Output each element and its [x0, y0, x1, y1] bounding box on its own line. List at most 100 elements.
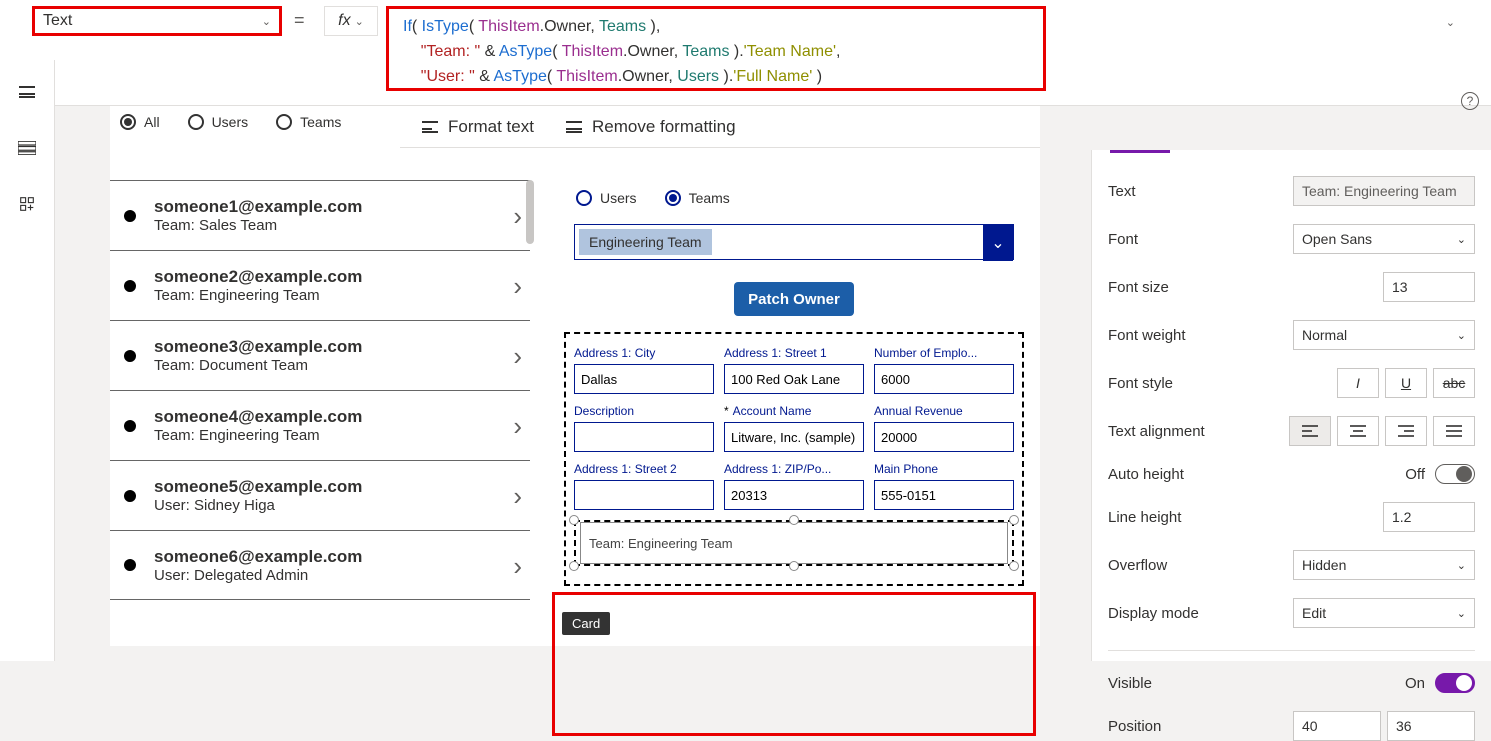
align-center[interactable] [1337, 416, 1379, 446]
owner-radio-users[interactable]: Users [576, 190, 637, 206]
prop-overflow-select[interactable]: Hidden⌄ [1293, 550, 1475, 580]
resize-handle[interactable] [789, 515, 799, 525]
font-style-strike[interactable]: abc [1433, 368, 1475, 398]
prop-font-style: Font style I U abc [1108, 368, 1475, 398]
tree-view-icon[interactable] [14, 138, 40, 158]
form-card[interactable]: Description [574, 404, 714, 452]
prop-font-select[interactable]: Open Sans⌄ [1293, 224, 1475, 254]
list-item[interactable]: someone5@example.comUser: Sidney Higa› [110, 460, 530, 530]
align-justify[interactable] [1433, 416, 1475, 446]
resize-handle[interactable] [1009, 515, 1019, 525]
align-right[interactable] [1385, 416, 1427, 446]
field-input[interactable] [874, 364, 1014, 394]
form-card[interactable]: Address 1: Street 2 [574, 462, 714, 510]
filter-all[interactable]: All [120, 114, 160, 130]
list-item[interactable]: someone2@example.comTeam: Engineering Te… [110, 250, 530, 320]
form-card[interactable]: Number of Emplo... [874, 346, 1014, 394]
formula-expand-icon[interactable]: ⌄ [1446, 16, 1455, 29]
font-style-underline[interactable]: U [1385, 368, 1427, 398]
visible-toggle[interactable] [1435, 673, 1475, 693]
list-item[interactable]: someone1@example.comTeam: Sales Team› [110, 180, 530, 250]
tab-indicator [1110, 150, 1170, 153]
form-card[interactable]: Address 1: City [574, 346, 714, 394]
list-item-subtitle: Team: Engineering Team [154, 287, 362, 304]
components-icon[interactable] [14, 194, 40, 214]
list-item-title: someone4@example.com [154, 407, 362, 427]
filter-users[interactable]: Users [188, 114, 249, 130]
resize-handle[interactable] [569, 515, 579, 525]
field-input[interactable] [574, 364, 714, 394]
combobox-value: Engineering Team [579, 229, 712, 255]
field-input[interactable] [874, 480, 1014, 510]
prop-position-x[interactable]: 40 [1293, 711, 1381, 741]
chevron-right-icon: › [513, 481, 522, 512]
filter-teams[interactable]: Teams [276, 114, 341, 130]
auto-height-toggle[interactable] [1435, 464, 1475, 484]
font-style-italic[interactable]: I [1337, 368, 1379, 398]
owner-type-radios: Users Teams [576, 190, 1024, 206]
formula-editor[interactable]: If( IsType( ThisItem.Owner, Teams ), "Te… [386, 6, 1046, 91]
resize-handle[interactable] [569, 561, 579, 571]
form-card[interactable]: Address 1: Street 1 [724, 346, 864, 394]
field-input[interactable] [724, 422, 864, 452]
prop-display-mode: Display mode Edit⌄ [1108, 598, 1475, 628]
prop-text-value[interactable]: Team: Engineering Team [1293, 176, 1475, 206]
prop-line-height-input[interactable]: 1.2 [1383, 502, 1475, 532]
owner-radio-teams[interactable]: Teams [665, 190, 730, 206]
field-label: Description [574, 404, 714, 418]
field-label: Main Phone [874, 462, 1014, 476]
prop-display-mode-select[interactable]: Edit⌄ [1293, 598, 1475, 628]
prop-text: Text Team: Engineering Team [1108, 176, 1475, 206]
form-card[interactable]: Annual Revenue [874, 404, 1014, 452]
resize-handle[interactable] [1009, 561, 1019, 571]
chevron-right-icon: › [513, 551, 522, 582]
chevron-down-icon: ⌄ [1457, 233, 1466, 246]
edit-form: Card Address 1: CityAddress 1: Street 1N… [564, 332, 1024, 586]
help-icon[interactable]: ? [1461, 92, 1479, 110]
hamburger-icon[interactable] [14, 82, 40, 102]
selected-card-text: Team: Engineering Team [580, 522, 1008, 564]
patch-owner-button[interactable]: Patch Owner [734, 282, 854, 316]
bullet-icon [124, 559, 136, 571]
remove-formatting-button[interactable]: Remove formatting [566, 117, 736, 137]
gallery-list[interactable]: someone1@example.comTeam: Sales Team›som… [110, 180, 530, 600]
format-text-button[interactable]: Format text [422, 117, 534, 137]
list-item[interactable]: someone3@example.comTeam: Document Team› [110, 320, 530, 390]
prop-font-weight: Font weight Normal⌄ [1108, 320, 1475, 350]
left-nav [0, 60, 55, 661]
team-combobox[interactable]: Engineering Team ⌄ [574, 224, 1014, 260]
gallery-scrollbar[interactable] [526, 180, 534, 244]
form-card[interactable]: Main Phone [874, 462, 1014, 510]
divider [1108, 650, 1475, 651]
field-input[interactable] [574, 480, 714, 510]
align-left[interactable] [1289, 416, 1331, 446]
prop-position: Position 40 36 [1108, 711, 1475, 741]
field-input[interactable] [724, 364, 864, 394]
resize-handle[interactable] [789, 561, 799, 571]
prop-font-weight-select[interactable]: Normal⌄ [1293, 320, 1475, 350]
bullet-icon [124, 420, 136, 432]
form-card[interactable]: *Account Name [724, 404, 864, 452]
prop-font: Font Open Sans⌄ [1108, 224, 1475, 254]
prop-position-y[interactable]: 36 [1387, 711, 1475, 741]
field-label: Address 1: City [574, 346, 714, 360]
field-label: *Account Name [724, 404, 864, 418]
list-item[interactable]: someone6@example.comUser: Delegated Admi… [110, 530, 530, 600]
equals-label: = [294, 10, 305, 31]
selected-card[interactable]: Team: Engineering Team [574, 520, 1014, 566]
field-input[interactable] [574, 422, 714, 452]
properties-panel: Text Team: Engineering Team Font Open Sa… [1091, 150, 1491, 661]
fx-button[interactable]: fx⌄ [324, 6, 378, 36]
list-item-subtitle: Team: Engineering Team [154, 427, 362, 444]
field-input[interactable] [724, 480, 864, 510]
property-dropdown[interactable]: Text ⌄ [32, 6, 282, 36]
property-dropdown-value: Text [43, 12, 72, 30]
prop-line-height: Line height 1.2 [1108, 502, 1475, 532]
prop-text-align: Text alignment [1108, 416, 1475, 446]
list-item[interactable]: someone4@example.comTeam: Engineering Te… [110, 390, 530, 460]
bullet-icon [124, 280, 136, 292]
field-input[interactable] [874, 422, 1014, 452]
form-card[interactable]: Address 1: ZIP/Po... [724, 462, 864, 510]
list-item-subtitle: User: Sidney Higa [154, 497, 362, 514]
prop-font-size-input[interactable]: 13 [1383, 272, 1475, 302]
